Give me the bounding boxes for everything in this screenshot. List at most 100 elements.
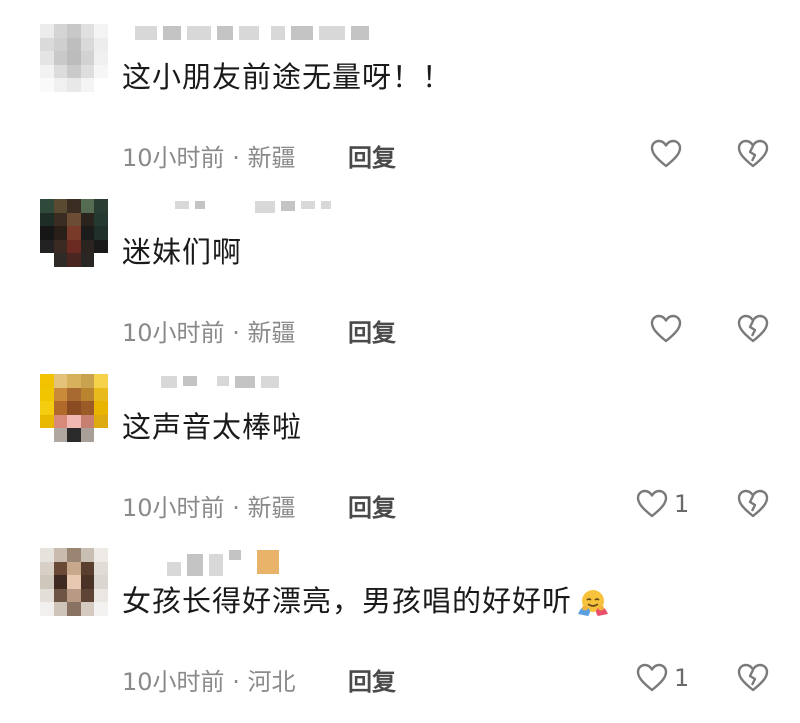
- avatar-pixel: [40, 401, 54, 415]
- avatar[interactable]: [40, 374, 108, 442]
- avatar-pixel: [40, 374, 54, 388]
- comment-meta: 10小时前 · 河北: [122, 662, 295, 697]
- avatar-pixel: [80, 401, 95, 415]
- avatar-pixel: [67, 212, 81, 227]
- reply-button[interactable]: 回复: [348, 662, 396, 697]
- comment-text: 女孩长得好漂亮，男孩唱的好好听: [122, 578, 610, 620]
- dislike-button[interactable]: [737, 489, 769, 519]
- like-button[interactable]: [650, 139, 688, 169]
- comment-time: 10小时前: [122, 319, 225, 347]
- meta-separator: ·: [232, 319, 240, 347]
- avatar-pixel: [80, 212, 95, 227]
- avatar-pixel: [94, 24, 108, 38]
- avatar-pixel: [80, 37, 95, 52]
- avatar-pixel: [80, 239, 95, 254]
- avatar-pixel: [40, 226, 54, 240]
- reply-button[interactable]: 回复: [348, 313, 396, 348]
- avatar-pixel: [80, 588, 95, 603]
- avatar-pixel: [94, 51, 108, 65]
- comment-item: 迷妹们啊 10小时前 · 新疆 回复: [0, 199, 800, 374]
- dislike-button[interactable]: [737, 314, 769, 344]
- avatar-pixel: [40, 51, 54, 65]
- avatar-pixel: [40, 575, 54, 589]
- avatar-pixel: [40, 37, 54, 52]
- comment-text: 这小朋友前途无量呀！！: [122, 60, 453, 94]
- avatar-pixel: [94, 253, 108, 267]
- avatar-pixel: [53, 199, 68, 213]
- meta-separator: ·: [232, 494, 240, 522]
- avatar[interactable]: [40, 199, 108, 267]
- avatar-pixel: [94, 588, 108, 603]
- avatar-pixel: [94, 78, 108, 92]
- avatar-pixel: [67, 199, 81, 213]
- broken-heart-icon: [737, 489, 769, 519]
- like-count: 1: [674, 664, 690, 692]
- username-pixelated[interactable]: [135, 201, 395, 223]
- avatar-pixel: [80, 387, 95, 402]
- avatar-pixel: [94, 64, 108, 79]
- avatar-pixel: [80, 428, 95, 442]
- avatar-pixel: [67, 401, 81, 415]
- avatar-pixel: [80, 51, 95, 65]
- avatar-pixel: [94, 602, 108, 616]
- comment-time: 10小时前: [122, 494, 225, 522]
- avatar-pixel: [53, 51, 68, 65]
- avatar-pixel: [94, 401, 108, 415]
- avatar-pixel: [94, 37, 108, 52]
- avatar-pixel: [53, 602, 68, 616]
- avatar-pixel: [40, 239, 54, 254]
- avatar-pixel: [53, 428, 68, 442]
- comment-meta: 10小时前 · 新疆: [122, 488, 295, 523]
- avatar-pixel: [67, 64, 81, 79]
- avatar-pixel: [40, 561, 54, 576]
- avatar-pixel: [53, 387, 68, 402]
- avatar-pixel: [94, 548, 108, 562]
- avatar-pixel: [53, 239, 68, 254]
- avatar-pixel: [53, 212, 68, 227]
- avatar-pixel: [53, 588, 68, 603]
- avatar-pixel: [80, 414, 95, 429]
- avatar-pixel: [40, 588, 54, 603]
- like-button[interactable]: [650, 314, 688, 344]
- avatar-pixel: [40, 24, 54, 38]
- avatar-pixel: [67, 561, 81, 576]
- avatar-pixel: [53, 374, 68, 388]
- avatar-pixel: [80, 78, 95, 92]
- avatar-pixel: [67, 428, 81, 442]
- avatar-pixel: [67, 588, 81, 603]
- avatar-pixel: [53, 548, 68, 562]
- avatar[interactable]: [40, 24, 108, 92]
- like-button[interactable]: 1: [636, 489, 689, 519]
- avatar-pixel: [94, 199, 108, 213]
- comment-location: 新疆: [247, 319, 296, 347]
- avatar-pixel: [80, 602, 95, 616]
- avatar-pixel: [94, 239, 108, 254]
- comment-text: 这声音太棒啦: [122, 410, 303, 444]
- username-pixelated[interactable]: [135, 376, 395, 398]
- avatar-pixel: [80, 24, 95, 38]
- comment-text-content: 女孩长得好漂亮，男孩唱的好好听: [122, 584, 573, 618]
- comment-location: 河北: [247, 668, 296, 696]
- heart-outline-icon: [636, 663, 668, 693]
- avatar-pixel: [67, 226, 81, 240]
- avatar-pixel: [53, 24, 68, 38]
- hugging-face-emoji-icon: [576, 588, 610, 618]
- avatar-pixel: [80, 374, 95, 388]
- username-pixelated[interactable]: [135, 26, 395, 48]
- like-button[interactable]: 1: [636, 663, 689, 693]
- dislike-button[interactable]: [737, 139, 769, 169]
- reply-button[interactable]: 回复: [348, 138, 396, 173]
- comment-time: 10小时前: [122, 668, 225, 696]
- username-pixelated[interactable]: [135, 550, 395, 576]
- comment-item: 这声音太棒啦 10小时前 · 新疆 回复 1: [0, 374, 800, 549]
- reply-button[interactable]: 回复: [348, 488, 396, 523]
- broken-heart-icon: [737, 314, 769, 344]
- dislike-button[interactable]: [737, 663, 769, 693]
- avatar-pixel: [94, 212, 108, 227]
- broken-heart-icon: [737, 663, 769, 693]
- avatar-pixel: [53, 561, 68, 576]
- avatar-pixel: [40, 253, 54, 267]
- avatar[interactable]: [40, 548, 108, 616]
- broken-heart-icon: [737, 139, 769, 169]
- avatar-pixel: [53, 401, 68, 415]
